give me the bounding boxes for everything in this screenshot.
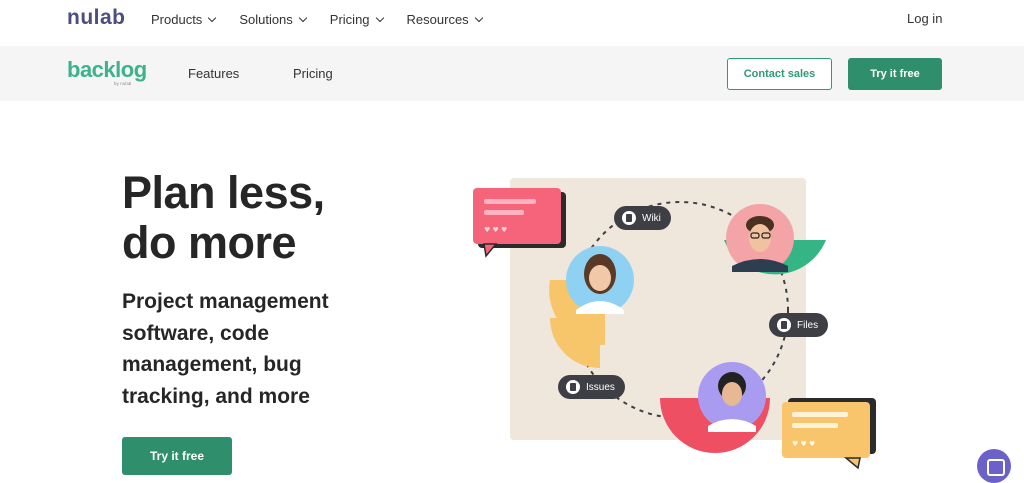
try-free-header-button[interactable]: Try it free: [848, 58, 942, 90]
contact-sales-button[interactable]: Contact sales: [727, 58, 832, 90]
files-icon: [777, 318, 791, 332]
backlog-logo[interactable]: backlog by nulab: [67, 57, 147, 87]
svg-text:♥ ♥ ♥: ♥ ♥ ♥: [792, 440, 815, 448]
chevron-down-icon: [474, 13, 483, 23]
login-link[interactable]: Log in: [907, 11, 942, 26]
top-nav-label: Products: [151, 12, 203, 27]
top-nav-resources[interactable]: Resources: [406, 12, 483, 27]
chat-launcher-button[interactable]: [977, 449, 1011, 483]
hero-title-line: Plan less,: [122, 167, 325, 218]
top-nav-pricing[interactable]: Pricing: [329, 12, 384, 27]
nulab-topbar: nulab Products Solutions Pricing Resourc…: [0, 0, 1024, 46]
wiki-pill: Wiki: [614, 206, 671, 230]
hero-title-line: do more: [122, 217, 297, 268]
chevron-down-icon: [208, 13, 217, 23]
top-nav-label: Pricing: [329, 12, 370, 27]
wiki-pill-label: Wiki: [642, 212, 661, 224]
backlog-logo-byline: by nulab: [114, 81, 132, 86]
top-nav-solutions[interactable]: Solutions: [239, 12, 308, 27]
subnav-features[interactable]: Features: [188, 66, 239, 81]
chevron-down-icon: [375, 13, 384, 23]
backlog-subbar: backlog by nulab Features Pricing Contac…: [0, 46, 1024, 101]
hero-title: Plan less, do more: [122, 168, 442, 268]
issues-pill: Issues: [558, 375, 625, 399]
subnav-pricing[interactable]: Pricing: [293, 66, 333, 81]
files-pill: Files: [769, 313, 829, 337]
hero-illustration: ♥ ♥ ♥ ♥ ♥ ♥ Wiki Files Issues: [470, 170, 890, 470]
top-nav-label: Solutions: [239, 12, 293, 27]
hero-subtitle: Project management software, code manage…: [122, 290, 329, 408]
svg-text:♥ ♥ ♥: ♥ ♥ ♥: [484, 226, 507, 234]
top-nav-products[interactable]: Products: [151, 12, 217, 27]
top-nav: Products Solutions Pricing Resources: [151, 12, 506, 27]
wiki-icon: [622, 211, 636, 225]
chevron-down-icon: [298, 13, 308, 23]
backlog-logo-text: backlog: [67, 57, 147, 82]
issues-pill-label: Issues: [586, 381, 615, 393]
issues-icon: [566, 380, 580, 394]
nulab-logo[interactable]: nulab: [67, 6, 126, 30]
try-free-hero-button[interactable]: Try it free: [122, 437, 232, 475]
files-pill-label: Files: [797, 319, 819, 331]
top-nav-label: Resources: [406, 12, 469, 27]
